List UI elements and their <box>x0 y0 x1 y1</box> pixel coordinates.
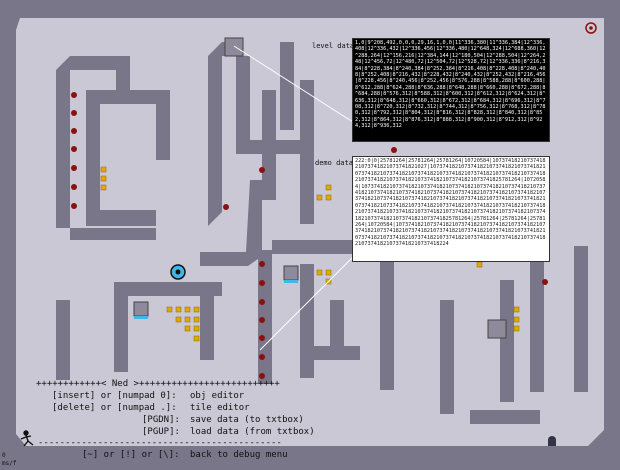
switch-panel-base <box>284 280 298 283</box>
gold-icon <box>325 269 332 276</box>
mine-icon <box>259 335 265 341</box>
gold-icon <box>193 316 200 323</box>
gold-icon <box>193 325 200 332</box>
mine-icon <box>223 204 229 210</box>
gold-icon <box>184 306 191 313</box>
mine-icon <box>71 128 77 134</box>
menu-keys-load: [PGUP]: <box>142 427 180 437</box>
gold-icon <box>184 316 191 323</box>
gold-icon <box>193 335 200 342</box>
switch-panel <box>283 265 299 281</box>
mine-icon <box>71 110 77 116</box>
gold-icon <box>325 194 332 201</box>
menu-action-tile-editor[interactable]: tile editor <box>190 403 250 414</box>
menu-action-back[interactable]: back to debug menu <box>190 450 288 461</box>
switch-panel-base <box>134 316 148 319</box>
mine-icon <box>391 147 397 153</box>
mine-icon <box>259 167 265 173</box>
mine-icon <box>71 203 77 209</box>
exit-door-icon <box>224 37 244 57</box>
menu-title-line: ++++++++++++< Ned >+++++++++++++++++++++… <box>36 379 280 389</box>
gold-icon <box>166 306 173 313</box>
mine-icon <box>542 279 548 285</box>
mine-icon <box>259 299 265 305</box>
gold-icon <box>175 316 182 323</box>
gold-icon <box>476 261 483 268</box>
hud-counter: 0 <box>2 452 6 459</box>
menu-keys-back: [~] or [!] or [\]: <box>82 450 180 460</box>
hud-unit: ms/f <box>2 460 17 467</box>
menu-keys-tile-editor: [delete] or [numpad .]: <box>52 403 177 413</box>
mine-icon <box>259 354 265 360</box>
mine-icon <box>71 165 77 171</box>
gold-icon <box>184 325 191 332</box>
demo-data-textbox[interactable]: 222:0|0|25781264|25781264|25781264|10720… <box>352 156 550 262</box>
gold-icon <box>100 175 107 182</box>
mine-icon <box>259 261 265 267</box>
menu-separator: ----------------------------------------… <box>38 438 282 448</box>
menu-keys-obj-editor: [insert] or [numpad 0]: <box>52 391 177 401</box>
gold-icon <box>325 184 332 191</box>
demo-data-label: demo data <box>315 159 353 167</box>
gold-icon <box>316 194 323 201</box>
gold-icon <box>175 306 182 313</box>
menu-action-obj-editor[interactable]: obj editor <box>190 391 244 402</box>
gold-icon <box>100 184 107 191</box>
gold-icon <box>316 269 323 276</box>
mine-icon <box>259 280 265 286</box>
menu-keys-save: [PGDN]: <box>142 415 180 425</box>
level-data-textbox[interactable]: 1,0|9^208,492,0,0,0,29,16,1,0,0|11^336,3… <box>352 38 550 142</box>
mine-icon <box>259 317 265 323</box>
exit-dome-icon <box>548 436 556 446</box>
switch-panel <box>133 301 149 317</box>
level-data-label: level data <box>312 42 355 50</box>
mine-icon <box>71 146 77 152</box>
menu-action-load[interactable]: load data (from txtbox) <box>190 427 315 438</box>
gold-icon <box>513 316 520 323</box>
switch-panel <box>487 319 507 339</box>
mine-icon <box>71 92 77 98</box>
menu-action-save[interactable]: save data (to txtbox) <box>190 415 304 426</box>
mine-icon <box>71 184 77 190</box>
gold-icon <box>513 325 520 332</box>
gold-icon <box>100 166 107 173</box>
gold-icon <box>513 306 520 313</box>
gold-icon <box>193 306 200 313</box>
player-icon <box>170 264 186 280</box>
